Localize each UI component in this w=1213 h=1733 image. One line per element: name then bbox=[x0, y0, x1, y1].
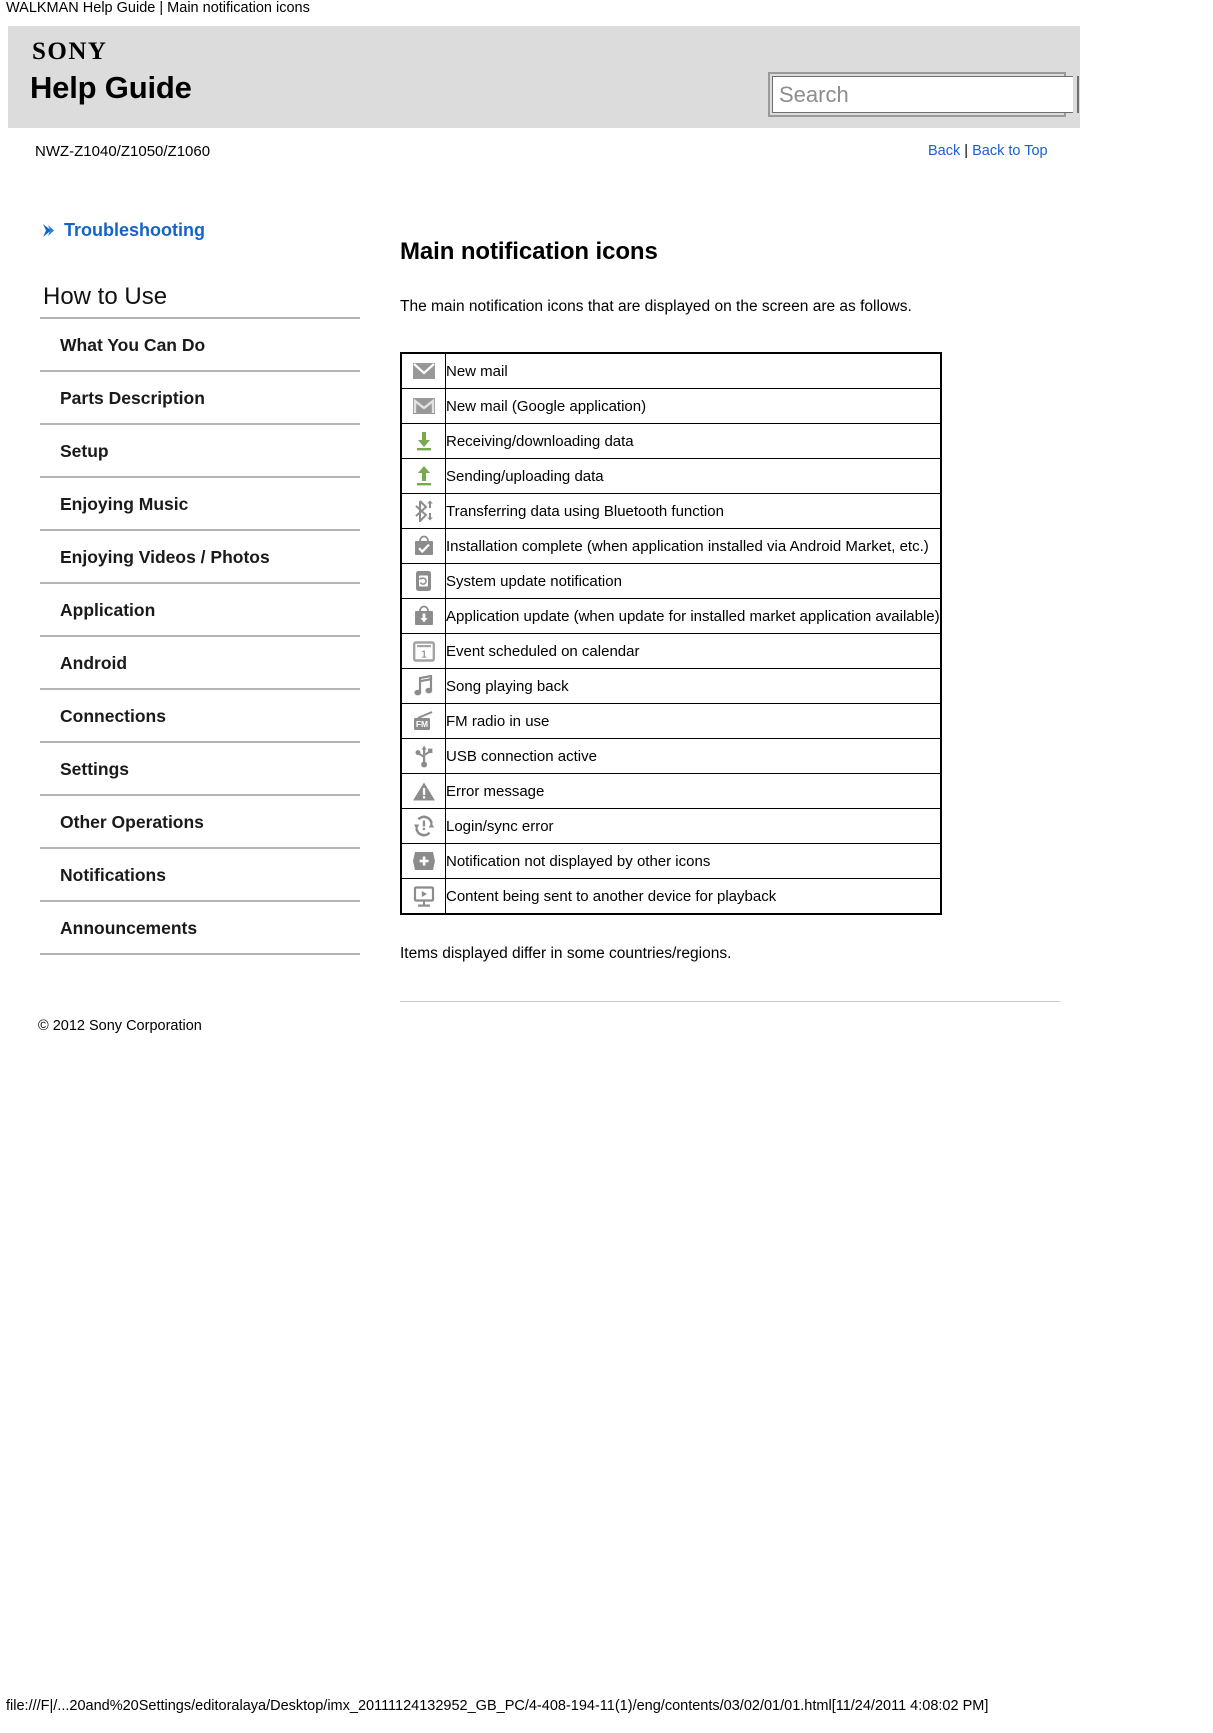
table-row: Content being sent to another device for… bbox=[400, 878, 942, 915]
sidebar-item-settings[interactable]: Settings bbox=[40, 743, 360, 796]
chevron-right-icon bbox=[42, 223, 56, 238]
help-guide-title: Help Guide bbox=[30, 70, 192, 105]
sidebar-item-setup[interactable]: Setup bbox=[40, 425, 360, 478]
install-complete-icon bbox=[400, 528, 446, 564]
table-row: Transferring data using Bluetooth functi… bbox=[400, 493, 942, 529]
svg-text:1: 1 bbox=[421, 649, 427, 660]
system-update-icon bbox=[400, 563, 446, 599]
row-description: Login/sync error bbox=[444, 808, 942, 844]
regional-note: Items displayed differ in some countries… bbox=[400, 945, 732, 962]
sidebar-item-troubleshooting[interactable]: Troubleshooting bbox=[40, 220, 360, 241]
search-button[interactable] bbox=[1077, 76, 1079, 113]
sidebar-item-android[interactable]: Android bbox=[40, 637, 360, 690]
nav-links: Back | Back to Top bbox=[928, 143, 1048, 159]
row-description: Event scheduled on calendar bbox=[444, 633, 942, 669]
table-row: Notification not displayed by other icon… bbox=[400, 843, 942, 879]
nav-separator: | bbox=[964, 143, 969, 159]
download-arrow-icon bbox=[400, 423, 446, 459]
intro-paragraph: The main notification icons that are dis… bbox=[400, 298, 912, 315]
music-note-icon bbox=[400, 668, 446, 704]
sidebar-item-connections[interactable]: Connections bbox=[40, 690, 360, 743]
sidebar-item-other-operations[interactable]: Other Operations bbox=[40, 796, 360, 849]
row-description: New mail bbox=[444, 352, 942, 389]
table-row: Error message bbox=[400, 773, 942, 809]
sidebar-item-application[interactable]: Application bbox=[40, 584, 360, 637]
site-banner: SONY Help Guide bbox=[8, 26, 1080, 131]
row-description: Transferring data using Bluetooth functi… bbox=[444, 493, 942, 529]
search-input[interactable] bbox=[772, 76, 1073, 113]
browser-print-header: WALKMAN Help Guide | Main notification i… bbox=[6, 0, 310, 16]
row-description: Song playing back bbox=[444, 668, 942, 704]
application-update-icon bbox=[400, 598, 446, 634]
row-description: USB connection active bbox=[444, 738, 942, 774]
sony-logo: SONY bbox=[32, 38, 108, 65]
search-box bbox=[768, 72, 1079, 117]
row-description: New mail (Google application) bbox=[444, 388, 942, 424]
table-row: USB connection active bbox=[400, 738, 942, 774]
sync-error-icon bbox=[400, 808, 446, 844]
sidebar-item-what-you-can-do[interactable]: What You Can Do bbox=[40, 319, 360, 372]
table-row: New mail (Google application) bbox=[400, 388, 942, 424]
model-number: NWZ-Z1040/Z1050/Z1060 bbox=[35, 143, 211, 160]
more-notifications-icon bbox=[400, 843, 446, 879]
sidebar-item-parts-description[interactable]: Parts Description bbox=[40, 372, 360, 425]
page-title: Main notification icons bbox=[400, 238, 658, 265]
sidebar-item-enjoying-videos-photos[interactable]: Enjoying Videos / Photos bbox=[40, 531, 360, 584]
calendar-event-icon: 1 bbox=[400, 633, 446, 669]
sidebar: Troubleshooting How to Use What You Can … bbox=[40, 220, 360, 955]
table-row: FM FM radio in use bbox=[400, 703, 942, 739]
row-description: Content being sent to another device for… bbox=[444, 878, 942, 915]
sidebar-item-announcements[interactable]: Announcements bbox=[40, 902, 360, 955]
table-row: System update notification bbox=[400, 563, 942, 599]
row-description: System update notification bbox=[444, 563, 942, 599]
svg-text:FM: FM bbox=[416, 719, 428, 729]
row-description: Receiving/downloading data bbox=[444, 423, 942, 459]
sidebar-troubleshooting-label: Troubleshooting bbox=[64, 220, 205, 240]
copyright-notice: © 2012 Sony Corporation bbox=[38, 1018, 202, 1034]
bluetooth-transfer-icon bbox=[400, 493, 446, 529]
gmail-icon bbox=[400, 388, 446, 424]
table-row: Login/sync error bbox=[400, 808, 942, 844]
row-description: Application update (when update for inst… bbox=[444, 598, 942, 634]
row-description: Error message bbox=[444, 773, 942, 809]
row-description: FM radio in use bbox=[444, 703, 942, 739]
browser-print-footer: file:///F|/...20and%20Settings/editorala… bbox=[6, 1698, 989, 1714]
table-row: 1 Event scheduled on calendar bbox=[400, 633, 942, 669]
back-to-top-link[interactable]: Back to Top bbox=[972, 143, 1048, 159]
main-content: Main notification icons The main notific… bbox=[400, 238, 1060, 1002]
row-description: Notification not displayed by other icon… bbox=[444, 843, 942, 879]
table-row: New mail bbox=[400, 352, 942, 389]
table-row: Song playing back bbox=[400, 668, 942, 704]
notification-icons-table: New mail New mail (Google application) R… bbox=[400, 352, 942, 915]
warning-triangle-icon bbox=[400, 773, 446, 809]
table-row: Sending/uploading data bbox=[400, 458, 942, 494]
throw-to-device-icon bbox=[400, 878, 446, 915]
sidebar-item-notifications[interactable]: Notifications bbox=[40, 849, 360, 902]
sidebar-section-heading: How to Use bbox=[40, 283, 360, 319]
fm-radio-icon: FM bbox=[400, 703, 446, 739]
table-row: Application update (when update for inst… bbox=[400, 598, 942, 634]
row-description: Installation complete (when application … bbox=[444, 528, 942, 564]
row-description: Sending/uploading data bbox=[444, 458, 942, 494]
upload-arrow-icon bbox=[400, 458, 446, 494]
horizontal-divider bbox=[400, 1001, 1060, 1002]
sidebar-item-enjoying-music[interactable]: Enjoying Music bbox=[40, 478, 360, 531]
usb-icon bbox=[400, 738, 446, 774]
table-row: Receiving/downloading data bbox=[400, 423, 942, 459]
table-row: Installation complete (when application … bbox=[400, 528, 942, 564]
back-link[interactable]: Back bbox=[928, 143, 960, 159]
new-mail-icon bbox=[400, 352, 446, 389]
